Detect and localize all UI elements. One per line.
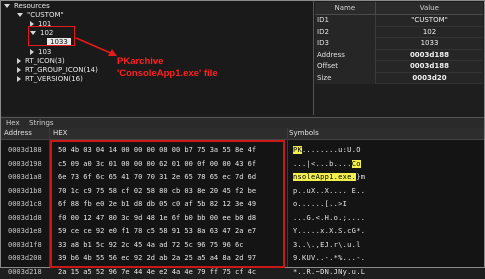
column-header-value[interactable]: Value xyxy=(376,2,483,14)
symbol-text: ........u:U.O xyxy=(302,146,361,154)
property-value: 0003d188 xyxy=(375,50,483,62)
address-cell: 0003d1f8 xyxy=(8,239,53,253)
symbols-column[interactable]: PK........u:U.O ...|<...b....Co nsoleApp… xyxy=(293,144,393,279)
property-row[interactable]: ID2102 xyxy=(315,27,483,39)
symbol-row[interactable]: nsoleApp1.exe.}m xyxy=(293,171,393,185)
properties-header: Name Value xyxy=(315,2,483,15)
property-name: ID2 xyxy=(315,27,375,39)
tab-hex[interactable]: Hex xyxy=(6,118,20,128)
symbol-text: p..uX..X.... E.. xyxy=(293,187,365,195)
expand-down-icon[interactable] xyxy=(4,4,10,8)
expand-right-icon[interactable] xyxy=(17,58,21,64)
address-cell: 0003d188 xyxy=(8,144,53,158)
property-name: ID3 xyxy=(315,38,375,50)
expand-down-icon[interactable] xyxy=(17,13,23,17)
symbol-text: *..R.~DN.JNy.u.L xyxy=(293,268,365,276)
symbol-text: 3..\.,EJ.r\.u.l xyxy=(293,241,361,249)
tree-node-label: "CUSTOM" xyxy=(27,11,64,19)
property-row[interactable]: ID1"CUSTOM" xyxy=(315,15,483,27)
symbol-row[interactable]: ...|<...b....Co xyxy=(293,158,393,172)
hex-header: Address HEX Symbols xyxy=(1,128,484,140)
tree-node-rt-version[interactable]: RT_VERSION(16) xyxy=(17,74,83,84)
symbol-row[interactable]: o......[..>I xyxy=(293,198,393,212)
property-value: 0003d188 xyxy=(375,61,483,73)
view-tabs: Hex Strings xyxy=(1,117,484,128)
symbol-text: ...|<...b.... xyxy=(293,160,352,168)
symbol-row[interactable]: p..uX..X.... E.. xyxy=(293,185,393,199)
expand-right-icon[interactable] xyxy=(17,67,21,73)
annotation-line-2: 'ConsoleApp1.exe' file xyxy=(117,68,218,80)
tree-node-label: 103 xyxy=(38,48,51,56)
hex-highlight-box xyxy=(50,140,285,268)
property-row[interactable]: Size0003d20 xyxy=(315,73,483,85)
symbol-text: Y.....x.X.S.cG*. xyxy=(293,227,365,235)
property-value: 1033 xyxy=(375,38,483,50)
address-cell: 0003d198 xyxy=(8,158,53,172)
symbols-column-header: Symbols xyxy=(289,128,319,139)
symbol-row[interactable]: 3..\.,EJ.r\.u.l xyxy=(293,239,393,253)
address-column-header: Address xyxy=(4,128,32,139)
tree-node-label: Resources xyxy=(14,2,50,10)
tab-strings[interactable]: Strings xyxy=(29,118,54,128)
address-cell: 0003d1b8 xyxy=(8,185,53,199)
symbol-row[interactable]: 9.KUV..-.*%...-. xyxy=(293,252,393,266)
property-name: ID1 xyxy=(315,15,375,27)
symbol-highlight: Co xyxy=(352,160,361,168)
address-cell: 0003d1e8 xyxy=(8,225,53,239)
property-name: Offset xyxy=(315,61,375,73)
annotation-line-1: PKarchive xyxy=(117,56,218,68)
address-column: 0003d188 0003d198 0003d1a8 0003d1b8 0003… xyxy=(8,144,53,279)
property-value: 0003d20 xyxy=(375,73,483,85)
resource-tree[interactable]: Resources "CUSTOM" 101 102 1033 103 RT_I… xyxy=(1,1,313,115)
expand-right-icon[interactable] xyxy=(30,49,34,55)
symbol-row[interactable]: PK........u:U.O xyxy=(293,144,393,158)
hex-column-header: HEX xyxy=(53,128,67,139)
address-cell: 0003d1c8 xyxy=(8,198,53,212)
property-row[interactable]: Offset0003d188 xyxy=(315,61,483,73)
property-name: Address xyxy=(315,50,375,62)
symbol-text: 9.KUV..-.*%...-. xyxy=(293,254,365,262)
property-value: 102 xyxy=(375,27,483,39)
address-cell: 0003d208 xyxy=(8,252,53,266)
tree-node-label: RT_ICON(3) xyxy=(25,57,65,65)
property-row[interactable]: Address0003d188 xyxy=(315,50,483,62)
symbol-highlight: PK xyxy=(293,146,302,154)
symbol-row[interactable]: ...G.<.H.o.;.... xyxy=(293,212,393,226)
column-header-name[interactable]: Name xyxy=(315,2,376,14)
tree-node-label: RT_VERSION(16) xyxy=(25,75,83,83)
address-cell: 0003d1d8 xyxy=(8,212,53,226)
symbol-text: ...G.<.H.o.;.... xyxy=(293,214,365,222)
pane-splitter[interactable] xyxy=(313,1,314,115)
symbol-highlight: nsoleApp1.exe. xyxy=(293,173,356,181)
property-name: Size xyxy=(315,73,375,85)
symbol-row[interactable]: Y.....x.X.S.cG*. xyxy=(293,225,393,239)
address-cell: 0003d1a8 xyxy=(8,171,53,185)
property-row[interactable]: ID31033 xyxy=(315,38,483,50)
symbol-text: }m xyxy=(356,173,365,181)
annotation-highlight-box xyxy=(28,26,75,46)
property-value: "CUSTOM" xyxy=(375,15,483,27)
column-divider xyxy=(287,128,288,267)
annotation-text: PKarchive 'ConsoleApp1.exe' file xyxy=(117,56,218,80)
expand-right-icon[interactable] xyxy=(17,76,21,82)
properties-table: Name Value ID1"CUSTOM" ID2102 ID31033 Ad… xyxy=(315,2,483,84)
annotation-arrow-icon xyxy=(75,37,119,59)
tree-node-label: RT_GROUP_ICON(14) xyxy=(25,66,98,74)
symbol-text: o......[..>I xyxy=(293,200,347,208)
